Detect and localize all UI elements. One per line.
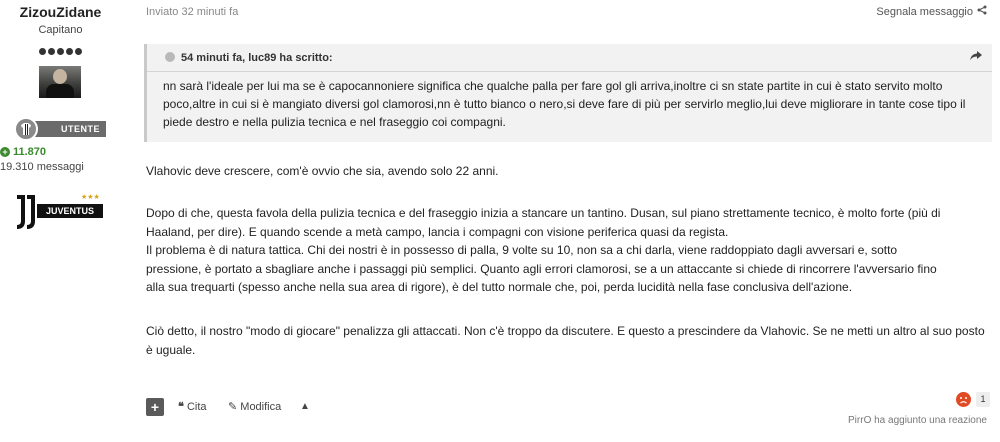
quote-button-label: Cita <box>186 401 207 413</box>
quote-marks-icon: ❝ <box>178 401 187 413</box>
reaction-text[interactable]: PirrO ha aggiunto una reazione <box>848 415 987 426</box>
rank-pip <box>56 48 64 55</box>
author-rank: Capitano <box>38 24 83 36</box>
avatar-head <box>53 69 67 84</box>
quote-header[interactable]: 54 minuti fa, luc89 ha scritto: <box>165 52 333 64</box>
quote-body: nn sarà l'ideale per lui ma se è capocan… <box>163 79 966 129</box>
multiquote-add-button[interactable]: + <box>146 398 164 416</box>
rank-pips <box>38 42 84 55</box>
role-badge: UTENTE <box>14 117 106 141</box>
reputation: +11.870 <box>0 146 121 158</box>
quote-button[interactable]: ❝ Cita <box>178 400 207 413</box>
rank-pip <box>65 48 73 55</box>
post-line: Dopo di che, questa favola della pulizia… <box>146 206 941 220</box>
role-icon <box>14 117 38 141</box>
reputation-value: 11.870 <box>13 146 47 158</box>
reaction-count: 1 <box>976 392 990 407</box>
rank-pip <box>74 48 82 55</box>
club-logo: ★★★ JUVENTUS <box>13 193 107 233</box>
quote-divider <box>147 71 992 72</box>
post-paragraph: Vlahovic deve crescere, com'è ovvio che … <box>146 164 499 178</box>
quote-block: 54 minuti fa, luc89 ha scritto: nn sarà … <box>144 44 992 142</box>
reaction-summary[interactable]: 1 <box>956 392 990 408</box>
post-paragraph: Ciò detto, il nostro "modo di giocare" p… <box>146 324 985 357</box>
rank-pip <box>38 48 46 55</box>
angry-face-icon <box>956 392 971 407</box>
club-badge: JUVENTUS <box>37 204 103 218</box>
reputation-plus-icon: + <box>0 147 10 157</box>
message-count: 19.310 messaggi <box>0 161 84 173</box>
report-post-link[interactable]: Segnala messaggio <box>876 6 973 18</box>
post-timestamp[interactable]: Inviato 32 minuti fa <box>146 6 238 18</box>
post-line: alla sua trequarti (spesso anche nella s… <box>146 280 853 294</box>
post-line: Haaland, per dire). E quando scende a me… <box>146 224 729 239</box>
post-line: pressione, è portato a sbagliare anche i… <box>146 261 937 276</box>
quote-author-icon <box>165 52 175 62</box>
share-icon[interactable] <box>977 5 987 18</box>
edit-button-label: Modifica <box>240 401 282 413</box>
club-stars: ★★★ <box>81 194 100 201</box>
role-label: UTENTE <box>34 121 106 137</box>
pencil-icon: ✎ <box>228 401 241 413</box>
quote-header-text: 54 minuti fa, luc89 ha scritto: <box>181 52 333 64</box>
jersey-icon <box>21 123 31 135</box>
scroll-up-button[interactable]: ▲ <box>300 401 310 412</box>
rank-pip <box>47 48 55 55</box>
post-line: Il problema è di natura tattica. Chi dei… <box>146 243 898 257</box>
author-name[interactable]: ZizouZidane <box>0 4 121 20</box>
post-paragraph-block: Dopo di che, questa favola della pulizia… <box>146 204 992 297</box>
avatar[interactable] <box>39 66 81 98</box>
quote-share-icon[interactable] <box>970 50 982 64</box>
edit-button[interactable]: ✎ Modifica <box>228 400 281 413</box>
avatar-body <box>46 84 74 98</box>
